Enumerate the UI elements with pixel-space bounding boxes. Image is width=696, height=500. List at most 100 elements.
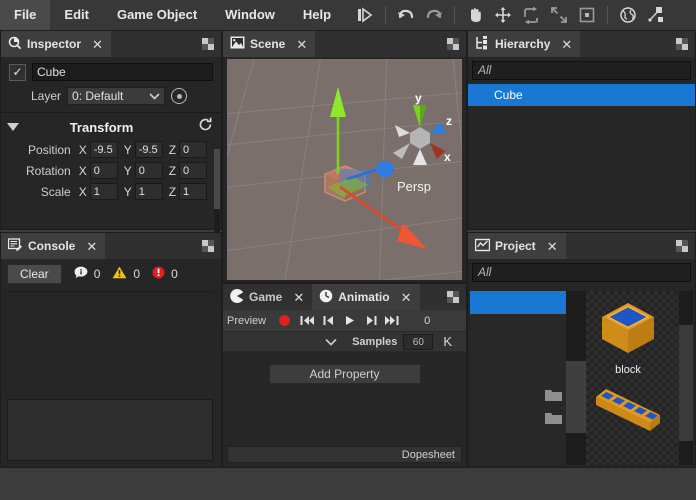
close-icon[interactable]: ✕ [86, 240, 97, 253]
projection-label[interactable]: Persp [397, 179, 431, 194]
console-message-list[interactable] [7, 291, 215, 395]
reset-icon[interactable] [198, 117, 213, 137]
samples-label: Samples [352, 335, 398, 348]
object-name-field[interactable]: Cube [32, 63, 213, 81]
info-count: 0 [93, 267, 101, 281]
rotation-x-field[interactable]: 0 [89, 162, 118, 179]
maximize-icon[interactable] [440, 31, 466, 57]
clip-chevron-down-icon[interactable] [324, 333, 338, 351]
scale-z-field[interactable]: 1 [179, 183, 207, 200]
tab-game[interactable]: Game ✕ [223, 284, 313, 310]
global-pivot-icon[interactable] [614, 2, 642, 28]
console-detail-pane[interactable] [7, 399, 213, 461]
tab-project[interactable]: Project ✕ [468, 233, 566, 259]
project-asset-block[interactable]: block [590, 299, 666, 376]
menu-window[interactable]: Window [211, 0, 289, 30]
inspector-panel: Inspector ✕ ✓ Cube Layer 0: Default Tran… [0, 30, 222, 253]
close-icon[interactable]: ✕ [561, 38, 572, 51]
position-x-field[interactable]: -9.5 [89, 141, 118, 158]
project-tree-row[interactable] [470, 314, 566, 337]
info-counter[interactable]: 0 [74, 266, 101, 282]
project-tree[interactable] [470, 291, 566, 465]
axis-x-label: X [78, 142, 87, 157]
skip-start-icon[interactable] [297, 311, 318, 331]
prev-frame-icon[interactable] [318, 311, 339, 331]
play-icon[interactable] [339, 311, 360, 331]
project-grid-scrollbar[interactable] [679, 291, 693, 465]
rotation-z-field[interactable]: 0 [179, 162, 207, 179]
tab-animation[interactable]: Animatio ✕ [312, 284, 420, 310]
undo-icon[interactable] [392, 2, 420, 28]
scale-x-field[interactable]: 1 [89, 183, 118, 200]
dopesheet-tab[interactable]: Dopesheet [402, 449, 461, 461]
skip-end-icon[interactable] [381, 311, 402, 331]
hierarchy-panel: Hierarchy ✕ All Cube [467, 30, 696, 230]
close-icon[interactable]: ✕ [547, 240, 558, 253]
tab-scene-label: Scene [250, 37, 286, 51]
project-tree-row[interactable] [470, 291, 566, 314]
error-counter[interactable]: 0 [152, 266, 178, 282]
axis-x-gizmo-label: x [444, 150, 451, 164]
step-icon[interactable] [351, 2, 379, 28]
project-tree-scrollbar[interactable] [566, 291, 586, 465]
scale-tool-icon[interactable] [545, 2, 573, 28]
tab-inspector[interactable]: Inspector ✕ [1, 31, 111, 57]
hierarchy-item-cube[interactable]: Cube [468, 84, 695, 106]
rotation-y-field[interactable]: 0 [134, 162, 163, 179]
samples-field[interactable]: 60 [403, 333, 434, 350]
project-search-input[interactable]: All [472, 263, 691, 282]
transform-row-rotation: Rotation X 0 Y 0 Z 0 [1, 160, 221, 181]
maximize-icon[interactable] [195, 233, 221, 259]
maximize-icon[interactable] [669, 233, 695, 259]
add-property-button[interactable]: Add Property [268, 364, 421, 384]
menu-help[interactable]: Help [289, 0, 345, 30]
project-asset-grid[interactable]: block [586, 291, 679, 465]
add-keyframe-button[interactable]: K [433, 334, 462, 349]
preview-label[interactable]: Preview [227, 315, 266, 327]
maximize-icon[interactable] [440, 284, 466, 310]
project-asset-brick[interactable] [586, 377, 670, 438]
tab-hierarchy[interactable]: Hierarchy ✕ [468, 31, 581, 57]
rotate-tool-icon[interactable] [517, 2, 545, 28]
folder-icon [545, 411, 562, 429]
maximize-icon[interactable] [195, 31, 221, 57]
toolbar [351, 2, 670, 28]
next-frame-icon[interactable] [360, 311, 381, 331]
hierarchy-search-input[interactable]: All [472, 61, 691, 80]
redo-icon[interactable] [420, 2, 448, 28]
clear-button[interactable]: Clear [7, 264, 62, 284]
close-icon[interactable]: ✕ [293, 291, 304, 304]
transform-title: Transform [69, 119, 134, 135]
hand-tool-icon[interactable] [461, 2, 489, 28]
inspector-tabrow: Inspector ✕ [1, 31, 221, 57]
menu-edit[interactable]: Edit [50, 0, 103, 30]
close-icon[interactable]: ✕ [92, 38, 103, 51]
rect-tool-icon[interactable] [573, 2, 601, 28]
position-y-field[interactable]: -9.5 [134, 141, 163, 158]
project-tree-row[interactable] [470, 337, 566, 360]
scale-y-field[interactable]: 1 [134, 183, 163, 200]
warning-counter[interactable]: 0 [112, 266, 140, 282]
project-tree-row[interactable] [470, 383, 566, 406]
close-icon[interactable]: ✕ [401, 291, 412, 304]
hierarchy-item-label: Cube [494, 88, 523, 102]
menu-file[interactable]: File [0, 0, 51, 30]
layer-dropdown[interactable]: 0: Default [67, 87, 166, 105]
menu-game-object[interactable]: Game Object [103, 0, 211, 30]
project-tree-row[interactable] [470, 406, 566, 429]
position-z-field[interactable]: 0 [179, 141, 207, 158]
collapse-triangle-icon[interactable] [7, 123, 19, 131]
move-tool-icon[interactable] [489, 2, 517, 28]
project-tree-row[interactable] [470, 360, 566, 383]
record-icon[interactable] [279, 315, 291, 326]
object-enabled-checkbox[interactable]: ✓ [9, 63, 26, 81]
scene-viewport[interactable]: y z x Persp [227, 59, 462, 280]
project-split: block [470, 291, 693, 465]
tab-console[interactable]: Console ✕ [1, 233, 106, 259]
close-icon[interactable]: ✕ [296, 38, 307, 51]
tab-scene[interactable]: Scene ✕ [223, 31, 316, 57]
layer-target-icon[interactable] [171, 88, 188, 104]
maximize-icon[interactable] [669, 31, 695, 57]
pivot-mode-icon[interactable] [642, 2, 670, 28]
current-frame-value[interactable]: 0 [424, 315, 430, 327]
